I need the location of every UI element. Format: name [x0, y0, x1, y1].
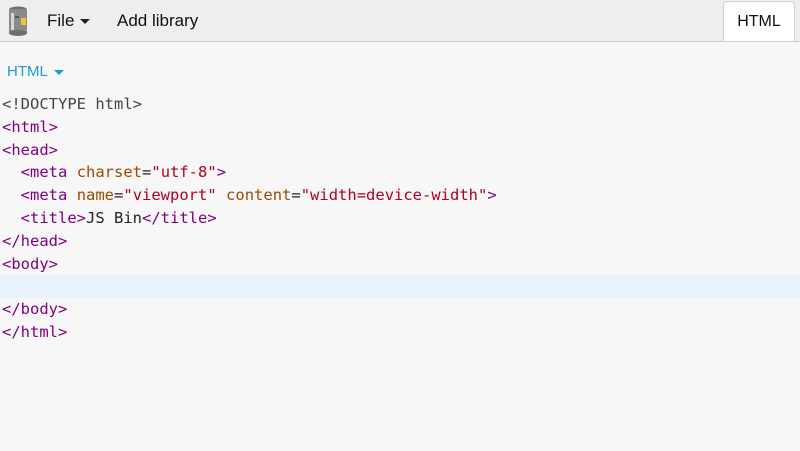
- tag-token: </body>: [2, 300, 68, 319]
- file-menu-label: File: [47, 10, 75, 30]
- tag-token: <meta: [20, 163, 68, 182]
- string-token: "utf-8": [151, 163, 217, 182]
- equals-token: =: [291, 186, 301, 205]
- tag-token: </html>: [2, 322, 68, 341]
- code-line-10[interactable]: </body>: [0, 298, 800, 321]
- html-panel-dropdown[interactable]: HTML: [7, 60, 64, 82]
- tab-html-label: HTML: [737, 12, 781, 30]
- code-line-1[interactable]: <!DOCTYPE html>: [0, 93, 800, 116]
- equals-token: =: [142, 163, 152, 182]
- add-library-button[interactable]: Add library: [117, 0, 198, 41]
- code-line-6[interactable]: <title>JS Bin</title>: [0, 207, 800, 230]
- chevron-down-icon: [53, 69, 64, 75]
- attribute-token: name: [76, 186, 115, 205]
- string-token: "width=device-width": [300, 186, 488, 205]
- code-line-7[interactable]: </head>: [0, 230, 800, 253]
- code-line-2[interactable]: <html>: [0, 116, 800, 139]
- tag-token: <html>: [2, 117, 58, 136]
- code-line-3[interactable]: <head>: [0, 139, 800, 162]
- doctype-token: <!DOCTYPE html>: [2, 95, 142, 113]
- code-line-9-active[interactable]: [0, 275, 800, 299]
- tag-token: <meta: [20, 186, 68, 205]
- file-menu[interactable]: File: [47, 0, 91, 41]
- tag-token: >: [487, 186, 497, 205]
- chevron-down-icon: [80, 19, 91, 24]
- tab-html[interactable]: HTML: [723, 1, 795, 41]
- tag-token: <head>: [2, 140, 58, 159]
- tag-token: </head>: [2, 231, 68, 250]
- code-line-8[interactable]: <body>: [0, 253, 800, 276]
- string-token: "viewport": [123, 186, 217, 205]
- attribute-token: charset: [76, 163, 143, 182]
- code-editor[interactable]: <!DOCTYPE html> <html> <head> <meta char…: [0, 93, 800, 344]
- equals-token: =: [114, 186, 124, 205]
- tag-token: </title>: [142, 208, 217, 227]
- code-line-4[interactable]: <meta charset="utf-8">: [0, 161, 800, 184]
- jsbin-logo-icon[interactable]: [6, 5, 30, 37]
- tag-token: <title>: [20, 208, 86, 227]
- text-token: JS Bin: [86, 208, 142, 227]
- tag-token: <body>: [2, 254, 58, 273]
- code-line-5[interactable]: <meta name="viewport" content="width=dev…: [0, 184, 800, 207]
- top-toolbar: File Add library HTML: [0, 0, 800, 42]
- tag-token: >: [216, 163, 227, 182]
- add-library-label: Add library: [117, 10, 199, 30]
- html-panel-label: HTML: [7, 62, 48, 80]
- code-line-11[interactable]: </html>: [0, 321, 800, 344]
- attribute-token: content: [226, 186, 292, 205]
